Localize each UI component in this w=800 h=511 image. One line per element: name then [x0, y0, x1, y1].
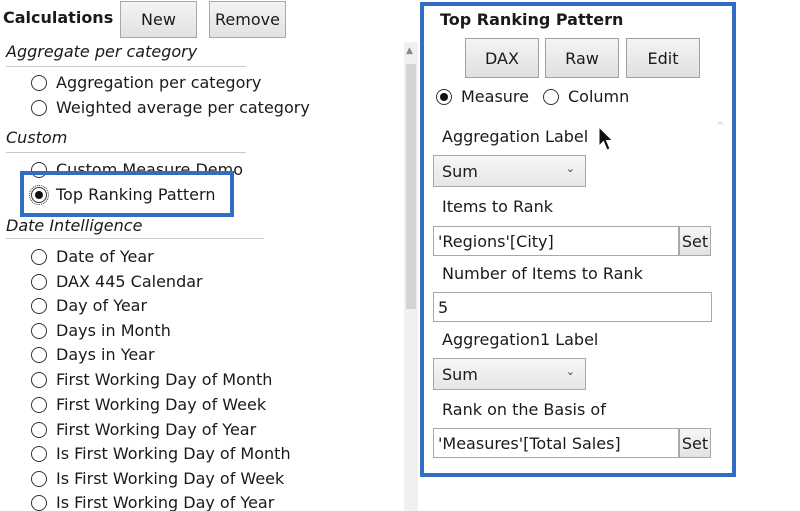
radio-is-first-working-day-of-month[interactable]: Is First Working Day of Month	[31, 444, 291, 463]
calculations-title: Calculations	[3, 8, 114, 27]
rank-basis-set-button[interactable]: Set	[679, 428, 711, 458]
radio-button[interactable]	[31, 421, 47, 438]
rank-basis-input[interactable]: 'Measures'[Total Sales]	[433, 428, 679, 458]
aggregation-label-label: Aggregation Label	[442, 127, 589, 146]
radio-label: Date of Year	[56, 247, 154, 266]
chevron-down-icon: ⌄	[565, 365, 575, 378]
raw-button[interactable]: Raw	[545, 38, 619, 78]
dropdown-value: Sum	[442, 364, 478, 384]
items-to-rank-input[interactable]: 'Regions'[City]	[433, 226, 679, 256]
radio-days-in-month[interactable]: Days in Month	[31, 321, 171, 340]
scrollbar-thumb[interactable]	[406, 64, 416, 309]
radio-first-working-day-of-year[interactable]: First Working Day of Year	[31, 420, 256, 439]
panel-title: Top Ranking Pattern	[440, 10, 624, 29]
radio-button[interactable]	[31, 322, 47, 339]
calculations-scrollbar[interactable]: ▲	[404, 42, 418, 511]
chevron-down-icon: ⌄	[565, 162, 575, 175]
radio-aggregation-per-category[interactable]: Aggregation per category	[31, 73, 261, 92]
radio-label: Aggregation per category	[56, 73, 262, 92]
group-custom-label: Custom	[6, 128, 68, 147]
radio-column[interactable]: Column	[543, 87, 629, 106]
rank-basis-label: Rank on the Basis of	[442, 400, 606, 419]
radio-label: Day of Year	[56, 296, 148, 315]
radio-label: First Working Day of Month	[56, 370, 273, 389]
radio-is-first-working-day-of-year[interactable]: Is First Working Day of Year	[31, 493, 274, 511]
radio-button[interactable]	[31, 74, 47, 91]
radio-date-of-year[interactable]: Date of Year	[31, 247, 154, 266]
radio-button[interactable]	[31, 297, 47, 314]
radio-label: Days in Year	[56, 345, 155, 364]
selection-highlight-box	[20, 171, 234, 217]
group-aggregate-label: Aggregate per category	[6, 42, 198, 61]
radio-button[interactable]	[31, 494, 47, 511]
aggregation1-label-dropdown[interactable]: Sum ⌄	[433, 358, 586, 390]
radio-is-first-working-day-of-week[interactable]: Is First Working Day of Week	[31, 469, 284, 488]
remove-button[interactable]: Remove	[209, 1, 286, 38]
radio-weighted-average[interactable]: Weighted average per category	[31, 98, 310, 117]
scroll-up-icon[interactable]: ▲	[406, 46, 413, 56]
radio-label: Is First Working Day of Month	[56, 444, 291, 463]
number-of-items-input[interactable]: 5	[433, 292, 712, 322]
radio-button[interactable]	[31, 371, 47, 388]
aggregation1-label-label: Aggregation1 Label	[442, 330, 599, 349]
radio-button-selected[interactable]	[436, 88, 452, 105]
radio-button[interactable]	[543, 88, 559, 105]
radio-measure[interactable]: Measure	[436, 87, 529, 106]
group-divider	[6, 152, 246, 153]
number-of-items-label: Number of Items to Rank	[442, 264, 643, 283]
radio-dax-445-calendar[interactable]: DAX 445 Calendar	[31, 272, 203, 291]
radio-label: Days in Month	[56, 321, 171, 340]
radio-first-working-day-of-week[interactable]: First Working Day of Week	[31, 395, 266, 414]
scroll-up-icon[interactable]: ^	[716, 121, 724, 132]
radio-first-working-day-of-month[interactable]: First Working Day of Month	[31, 370, 272, 389]
radio-button[interactable]	[31, 248, 47, 265]
radio-label: Weighted average per category	[56, 98, 310, 117]
radio-button[interactable]	[31, 273, 47, 290]
items-to-rank-set-button[interactable]: Set	[679, 226, 711, 256]
new-button[interactable]: New	[120, 1, 197, 38]
radio-label: First Working Day of Week	[56, 395, 267, 414]
edit-button[interactable]: Edit	[626, 38, 700, 78]
items-to-rank-label: Items to Rank	[442, 197, 553, 216]
aggregation-label-dropdown[interactable]: Sum ⌄	[433, 155, 586, 187]
mouse-pointer-icon	[598, 126, 614, 151]
radio-label: Is First Working Day of Week	[56, 469, 285, 488]
radio-button[interactable]	[31, 396, 47, 413]
radio-label: Is First Working Day of Year	[56, 493, 275, 511]
radio-button[interactable]	[31, 99, 47, 116]
radio-button[interactable]	[31, 346, 47, 363]
group-date-label: Date Intelligence	[6, 216, 143, 235]
radio-days-in-year[interactable]: Days in Year	[31, 345, 155, 364]
radio-label: DAX 445 Calendar	[56, 272, 203, 291]
calculations-panel: Calculations New Remove Aggregate per ca…	[0, 0, 405, 511]
dropdown-value: Sum	[442, 161, 478, 181]
dax-button[interactable]: DAX	[465, 38, 539, 78]
group-divider	[6, 238, 264, 239]
group-divider	[6, 66, 246, 67]
radio-label: Column	[568, 87, 630, 106]
radio-label: First Working Day of Year	[56, 420, 257, 439]
radio-day-of-year[interactable]: Day of Year	[31, 296, 147, 315]
radio-button[interactable]	[31, 470, 47, 487]
radio-label: Measure	[461, 87, 529, 106]
radio-button[interactable]	[31, 445, 47, 462]
